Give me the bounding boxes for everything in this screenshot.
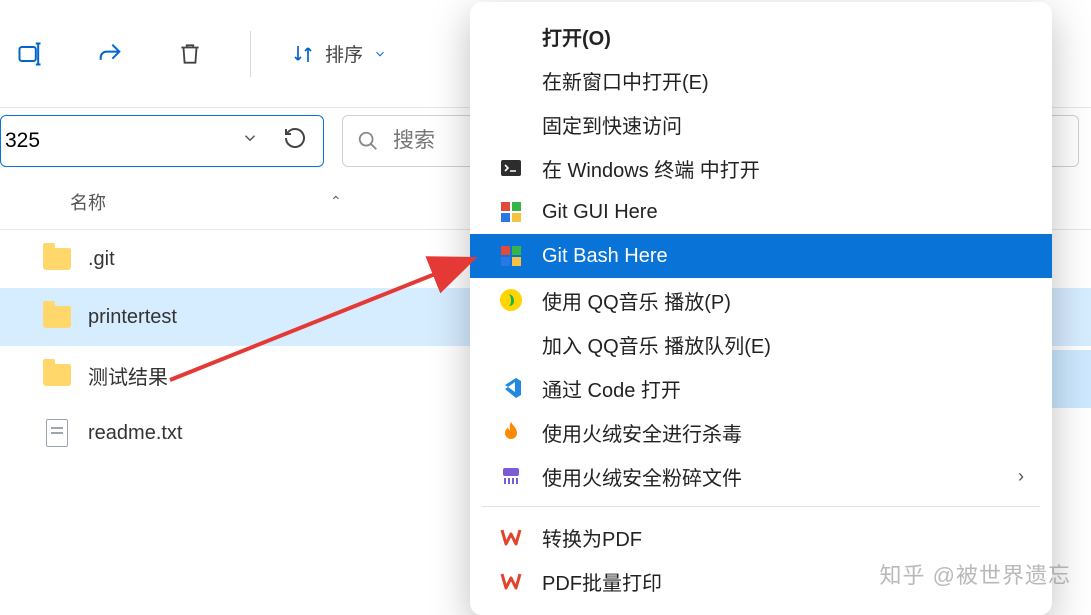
ctx-huorong-scan[interactable]: 使用火绒安全进行杀毒 (476, 410, 1046, 454)
ctx-huorong-shred[interactable]: 使用火绒安全粉碎文件 › (476, 454, 1046, 498)
ctx-open-code[interactable]: 通过 Code 打开 (476, 366, 1046, 410)
sort-caret-icon: ⌃ (330, 193, 342, 210)
folder-icon (42, 244, 72, 274)
address-input[interactable] (1, 129, 231, 153)
sort-label: 排序 (325, 40, 363, 67)
context-menu: 打开(O) 在新窗口中打开(E) 固定到快速访问 在 Windows 终端 中打… (470, 2, 1052, 615)
text-file-icon (42, 418, 72, 448)
shredder-icon (498, 463, 524, 489)
wps-icon (498, 568, 524, 594)
ctx-git-gui[interactable]: Git GUI Here (476, 190, 1046, 234)
chevron-down-icon (373, 47, 387, 61)
selection-overflow-bar (1051, 350, 1091, 408)
terminal-icon (498, 155, 524, 181)
context-menu-separator (482, 506, 1040, 507)
delete-button[interactable] (170, 34, 210, 74)
ctx-qqmusic-play[interactable]: 使用 QQ音乐 播放(P) (476, 278, 1046, 322)
ctx-open-terminal[interactable]: 在 Windows 终端 中打开 (476, 146, 1046, 190)
search-icon (357, 130, 379, 152)
address-bar[interactable] (0, 115, 324, 167)
folder-icon (42, 360, 72, 390)
ctx-qqmusic-queue[interactable]: 加入 QQ音乐 播放队列(E) (476, 322, 1046, 366)
watermark: 知乎 @被世界遗忘 (880, 558, 1071, 590)
share-button[interactable] (90, 34, 130, 74)
folder-icon (42, 302, 72, 332)
rename-button[interactable] (10, 34, 50, 74)
sort-button[interactable]: 排序 (291, 40, 387, 67)
git-bash-icon (498, 243, 524, 269)
ctx-convert-pdf[interactable]: 转换为PDF (476, 515, 1046, 559)
address-history-chevron[interactable] (231, 129, 269, 153)
ctx-git-bash[interactable]: Git Bash Here (470, 234, 1052, 278)
toolbar-separator (250, 31, 251, 77)
ctx-pin-quick-access[interactable]: 固定到快速访问 (476, 102, 1046, 146)
git-gui-icon (498, 199, 524, 225)
vscode-icon (498, 375, 524, 401)
wps-icon (498, 524, 524, 550)
ctx-open[interactable]: 打开(O) (476, 14, 1046, 58)
huorong-flame-icon (498, 419, 524, 445)
submenu-chevron-icon: › (1018, 466, 1024, 487)
qqmusic-icon (498, 287, 524, 313)
ctx-open-new-window[interactable]: 在新窗口中打开(E) (476, 58, 1046, 102)
refresh-button[interactable] (269, 126, 313, 156)
